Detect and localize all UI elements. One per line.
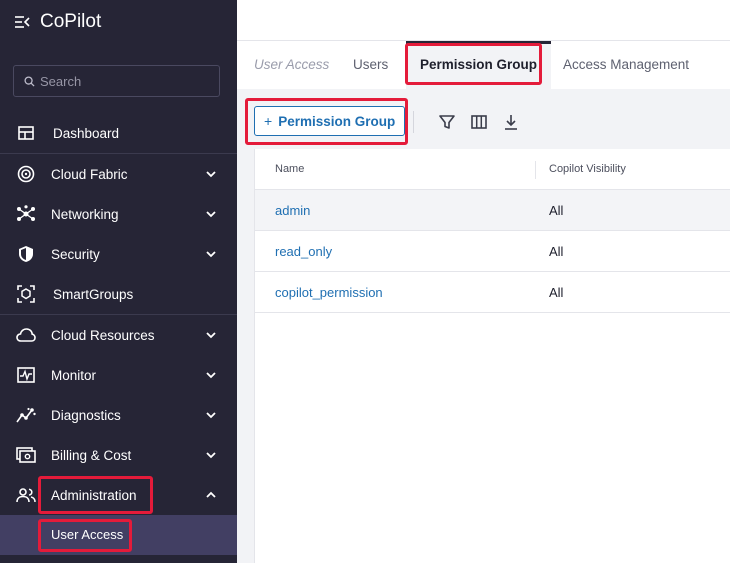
sidebar-item-label: Monitor — [51, 367, 97, 383]
shield-icon — [16, 244, 36, 264]
permission-group-table: Name Copilot Visibility admin All read_o… — [254, 149, 730, 563]
sidebar-item-label: Security — [51, 246, 100, 262]
row-name-link[interactable]: read_only — [275, 244, 332, 259]
download-icon[interactable] — [502, 113, 520, 131]
sidebar-item-label: Administration — [51, 487, 137, 503]
tab-bar: User Access Users Permission Group Acces… — [237, 41, 730, 89]
search-input[interactable] — [40, 73, 210, 89]
sidebar-item-label: SmartGroups — [53, 286, 134, 302]
tab-permission-group[interactable]: Permission Group — [406, 41, 552, 89]
sidebar-subitem-user-access[interactable]: User Access — [0, 515, 237, 555]
networking-icon — [16, 204, 36, 224]
app-root: CoPilot Dashboard Cloud Fabric — [0, 0, 730, 563]
sidebar-item-cloud-resources[interactable]: Cloud Resources — [0, 315, 237, 355]
column-header-name[interactable]: Name — [275, 163, 304, 175]
table-header: Name Copilot Visibility — [255, 149, 730, 190]
sidebar-item-smartgroups[interactable]: SmartGroups — [0, 274, 237, 314]
row-visibility: All — [549, 203, 564, 218]
chevron-down-icon — [206, 452, 216, 459]
sidebar-item-networking[interactable]: Networking — [0, 194, 237, 234]
sidebar-item-cloud-fabric[interactable]: Cloud Fabric — [0, 154, 237, 194]
sidebar-item-monitor[interactable]: Monitor — [0, 355, 237, 395]
add-permission-group-button[interactable]: + Permission Group — [254, 106, 406, 136]
sidebar-item-label: Cloud Fabric — [51, 166, 128, 182]
table-row[interactable]: admin All — [255, 190, 730, 231]
dashboard-icon — [16, 123, 36, 143]
tab-users[interactable]: Users — [353, 41, 388, 89]
chevron-down-icon — [206, 372, 216, 379]
add-button-label: Permission Group — [278, 113, 396, 129]
cloud-icon — [16, 325, 36, 345]
sidebar-item-label: Billing & Cost — [51, 447, 132, 463]
toolbar: + Permission Group — [237, 89, 730, 149]
plus-icon: + — [264, 113, 273, 129]
brand: CoPilot — [14, 10, 101, 34]
top-bar — [237, 0, 730, 41]
search-box[interactable] — [13, 65, 220, 97]
search-icon — [24, 75, 35, 87]
sidebar-subitem-label: User Access — [51, 527, 124, 542]
users-icon — [16, 485, 36, 505]
chevron-down-icon — [206, 211, 216, 218]
breadcrumb[interactable]: User Access — [254, 41, 329, 89]
columns-icon[interactable] — [470, 113, 488, 131]
table-row[interactable]: read_only All — [255, 231, 730, 272]
chevron-down-icon — [206, 332, 216, 339]
sidebar-item-label: Networking — [51, 206, 119, 222]
sidebar-item-diagnostics[interactable]: Diagnostics — [0, 395, 237, 435]
chevron-up-icon — [206, 491, 216, 498]
filter-icon[interactable] — [438, 113, 456, 131]
sidebar-item-label: Cloud Resources — [51, 327, 155, 343]
table-row[interactable]: copilot_permission All — [255, 272, 730, 313]
sidebar-item-dashboard[interactable]: Dashboard — [0, 113, 237, 153]
chevron-down-icon — [206, 412, 216, 419]
column-divider[interactable] — [535, 161, 536, 179]
billing-icon — [16, 445, 36, 465]
chevron-down-icon — [206, 171, 216, 178]
row-name-link[interactable]: copilot_permission — [275, 285, 383, 300]
row-name-link[interactable]: admin — [275, 203, 310, 218]
sidebar-item-label: Diagnostics — [51, 407, 121, 423]
sidebar-item-security[interactable]: Security — [0, 234, 237, 274]
row-visibility: All — [549, 244, 564, 259]
sidebar-item-administration[interactable]: Administration — [0, 475, 237, 515]
menu-collapse-icon[interactable] — [14, 14, 30, 30]
row-visibility: All — [549, 285, 564, 300]
main-content: User Access Users Permission Group Acces… — [237, 0, 730, 563]
cloud-fabric-icon — [16, 164, 36, 184]
sidebar-item-label: Dashboard — [53, 125, 120, 141]
sidebar-item-billing-cost[interactable]: Billing & Cost — [0, 435, 237, 475]
app-title: CoPilot — [40, 11, 102, 32]
tab-access-management[interactable]: Access Management — [563, 41, 689, 89]
toolbar-divider — [413, 111, 414, 133]
sidebar: CoPilot Dashboard Cloud Fabric — [0, 0, 237, 563]
chevron-down-icon — [206, 251, 216, 258]
monitor-icon — [16, 365, 36, 385]
smartgroups-icon — [16, 284, 36, 304]
column-header-copilot-visibility[interactable]: Copilot Visibility — [549, 163, 626, 175]
diagnostics-icon — [16, 405, 36, 425]
